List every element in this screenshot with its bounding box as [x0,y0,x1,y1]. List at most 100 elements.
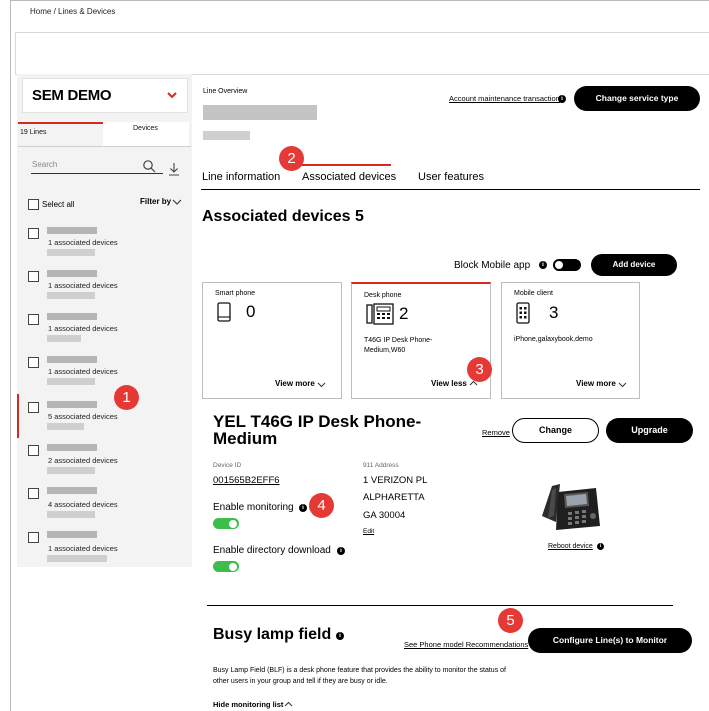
block-mobile-toggle[interactable] [553,259,581,271]
chevron-up-icon[interactable] [284,700,293,709]
chevron-down-icon[interactable] [164,87,180,103]
search-underline [31,173,163,174]
desk-phone-icon [366,303,394,325]
step-badge: 3 [467,357,492,382]
list-item[interactable]: 1 associated devices [48,324,118,333]
line-checkbox[interactable] [28,314,39,325]
line-name-redacted [47,401,97,408]
enable-directory-label: Enable directory download [213,545,331,556]
view-less-link[interactable]: View less [431,379,467,388]
tab-lines[interactable]: 19 Lines [18,122,103,146]
desk-phone-image [542,484,600,530]
device-id-link[interactable]: 001565B2EFF6 [213,475,280,486]
info-icon[interactable]: i [558,95,566,103]
tabs-divider [201,189,700,190]
line-number-redacted [47,249,95,256]
info-icon[interactable]: i [336,632,344,640]
search-input[interactable]: Search [32,160,57,169]
info-icon[interactable]: i [299,504,307,512]
active-item-marker [17,394,19,438]
card-count: 3 [549,303,559,322]
line-name-redacted [203,105,317,120]
filter-by[interactable]: Filter by [140,197,171,206]
chevron-down-icon[interactable] [172,197,182,207]
card-detail: iPhone,galaxybook,demo [514,336,593,343]
tab-line-information[interactable]: Line information [202,171,280,183]
list-item[interactable]: 4 associated devices [48,500,118,509]
line-checkbox[interactable] [28,488,39,499]
add-device-button[interactable]: Add device [591,254,677,276]
sidebar [17,74,192,567]
tab-devices[interactable]: Devices [103,122,189,146]
upgrade-button[interactable]: Upgrade [606,418,693,443]
card-count: 0 [246,302,256,321]
line-name-redacted [47,444,97,451]
card-detail: T46G IP Desk Phone-Medium,W60 [364,337,433,354]
line-checkbox[interactable] [28,402,39,413]
select-all-checkbox[interactable] [28,199,39,210]
line-name-redacted [47,356,97,363]
change-service-type-button[interactable]: Change service type [574,86,700,111]
tab-associated-devices[interactable]: Associated devices [302,171,396,183]
blf-description: Busy Lamp Field (BLF) is a desk phone fe… [213,667,506,685]
info-icon[interactable]: i [337,547,345,555]
list-item[interactable]: 2 associated devices [48,456,118,465]
associated-devices-title: Associated devices 5 [202,208,364,225]
enable-directory-toggle[interactable] [213,561,239,572]
download-icon[interactable] [168,162,180,176]
list-item[interactable]: 5 associated devices [48,412,118,421]
remove-link[interactable]: Remove [482,428,510,437]
hide-monitoring-list[interactable]: Hide monitoring list [213,700,283,709]
line-number-redacted [47,292,95,299]
list-item[interactable]: 1 associated devices [48,544,118,553]
list-item[interactable]: 1 associated devices [48,281,118,290]
line-name-redacted [47,270,97,277]
line-name-redacted [47,487,97,494]
mobile-app-icon [516,302,530,324]
reboot-device-link[interactable]: Reboot device [548,543,593,550]
device-title: YEL T46G IP Desk Phone-Medium [213,412,422,448]
list-item[interactable]: 1 associated devices [48,238,118,247]
account-name: SEM DEMO [32,87,112,104]
line-name-redacted [47,313,97,320]
tab-user-features[interactable]: User features [418,171,484,183]
device-id-label: Device ID [213,462,242,469]
chevron-down-icon[interactable] [317,380,326,389]
account-maintenance-link[interactable]: Account maintenance transaction [449,94,560,103]
view-more-link[interactable]: View more [576,379,616,388]
line-checkbox[interactable] [28,271,39,282]
line-number-redacted [47,423,84,430]
view-more-link[interactable]: View more [275,379,315,388]
line-checkbox[interactable] [28,357,39,368]
step-badge: 4 [309,493,334,518]
line-number-redacted [47,335,81,342]
busy-lamp-field-title: Busy lamp field [213,626,332,643]
line-name-redacted [47,531,97,538]
step-badge: 1 [114,385,139,410]
address-line-3: GA 30004 [363,510,406,521]
phone-model-recommendations-link[interactable]: See Phone model Recommendations [404,640,528,649]
configure-lines-button[interactable]: Configure Line(s) to Monitor [528,628,692,653]
line-checkbox[interactable] [28,228,39,239]
chevron-down-icon[interactable] [618,380,627,389]
line-checkbox[interactable] [28,445,39,456]
card-title: Desk phone [364,292,402,299]
address-line-2: ALPHARETTA [363,492,425,503]
info-icon[interactable]: i [597,543,604,550]
card-title: Mobile client [514,290,553,297]
block-mobile-label: Block Mobile app [454,260,531,271]
line-number-redacted [47,511,95,518]
edit-address-link[interactable]: Edit [363,528,374,535]
list-item[interactable]: 1 associated devices [48,367,118,376]
enable-monitoring-toggle[interactable] [213,518,239,529]
active-tab-indicator [298,164,391,166]
info-icon[interactable]: i [539,261,547,269]
frame-top [10,0,709,1]
change-button[interactable]: Change [512,418,599,443]
line-checkbox[interactable] [28,532,39,543]
breadcrumb[interactable]: Home / Lines & Devices [30,7,115,16]
search-icon[interactable] [142,159,156,173]
step-badge: 5 [498,608,523,633]
line-number-redacted [47,378,95,385]
frame-left [10,0,11,711]
